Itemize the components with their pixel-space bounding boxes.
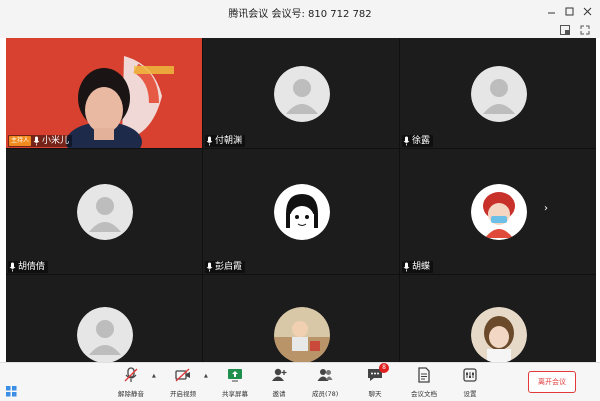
mic-icon <box>9 262 16 272</box>
settings-icon <box>461 366 479 384</box>
participant-tile[interactable]: 徐露 <box>400 38 596 148</box>
settings-label: 设置 <box>463 390 477 398</box>
participant-tile[interactable]: 付朝渊 <box>203 38 399 148</box>
participant-name: 胡蝶 <box>412 262 431 272</box>
invite-label: 邀请 <box>272 390 286 398</box>
participant-tile[interactable]: 胡蝶 <box>400 149 596 274</box>
settings-button[interactable]: 设置 <box>461 366 479 399</box>
participant-name-tag: 彭启霞 <box>205 261 246 273</box>
photo-avatar-icon <box>471 307 527 362</box>
unmute-button[interactable]: 解除静音 <box>118 366 144 399</box>
camera-off-icon <box>174 366 192 384</box>
add-user-icon <box>270 366 288 384</box>
host-name-tag: 主持人 小米儿 <box>8 135 73 147</box>
participant-tile[interactable] <box>6 275 202 362</box>
mic-muted-icon <box>122 366 140 384</box>
participant-tile-host[interactable]: 主持人 小米儿 <box>6 38 202 148</box>
start-video-button[interactable]: 开启视频 <box>170 366 196 399</box>
share-screen-button[interactable]: 共享屏幕 <box>222 366 248 399</box>
participant-name-tag: 胡蝶 <box>402 261 434 273</box>
chat-button[interactable]: 8 聊天 <box>366 363 389 399</box>
share-screen-label: 共享屏幕 <box>222 390 248 398</box>
default-avatar-icon <box>77 184 133 240</box>
doll-avatar-icon <box>471 184 527 240</box>
participant-tile[interactable]: 胡倩倩 <box>6 149 202 274</box>
audio-options-caret-icon[interactable]: ▲ <box>152 373 156 379</box>
participant-tile[interactable] <box>203 275 399 362</box>
members-label: 成员(78) <box>312 390 339 398</box>
unmute-label: 解除静音 <box>118 390 144 398</box>
view-bar <box>0 22 600 38</box>
participant-name-tag: 付朝渊 <box>205 135 246 147</box>
meeting-docs-label: 会议文档 <box>411 390 437 398</box>
chat-label: 聊天 <box>368 390 382 398</box>
default-avatar-icon <box>77 307 133 362</box>
participant-tile[interactable] <box>400 275 596 362</box>
meeting-docs-button[interactable]: 会议文档 <box>411 366 437 399</box>
host-badge: 主持人 <box>9 136 32 146</box>
participant-name: 付朝渊 <box>215 136 243 146</box>
participant-name: 彭启霞 <box>215 262 243 272</box>
participant-name-tag: 胡倩倩 <box>8 261 49 273</box>
members-button[interactable]: 成员(78) <box>312 366 338 399</box>
default-avatar-icon <box>471 66 527 122</box>
mic-icon <box>403 136 410 146</box>
grid-view-icon[interactable] <box>4 384 18 398</box>
photo-avatar-icon <box>274 307 330 362</box>
video-grid: 主持人 小米儿 付朝渊 徐露 胡倩倩 彭启霞 胡蝶 › <box>6 38 596 362</box>
close-icon[interactable] <box>579 3 595 19</box>
mic-icon <box>403 262 410 272</box>
meeting-toolbar: 解除静音 ▲ 开启视频 ▲ 共享屏幕 邀请 成员(78) 8 聊天 会议文档 设… <box>0 362 600 401</box>
leave-meeting-button[interactable]: 离开会议 <box>528 371 576 393</box>
document-icon <box>415 366 433 384</box>
default-avatar-icon <box>274 66 330 122</box>
title-bar: 腾讯会议 会议号: 810 712 782 <box>0 0 600 22</box>
chat-badge: 8 <box>379 363 389 373</box>
participant-name-tag: 徐露 <box>402 135 434 147</box>
host-video-frame <box>6 38 202 148</box>
layout-icon[interactable] <box>558 23 572 37</box>
participant-name: 胡倩倩 <box>18 262 46 272</box>
participant-name: 徐露 <box>412 136 431 146</box>
chevron-right-icon[interactable]: › <box>544 203 548 214</box>
cartoon-avatar-icon <box>274 184 330 240</box>
minimize-icon[interactable] <box>543 3 559 19</box>
share-screen-icon <box>226 366 244 384</box>
members-icon <box>316 366 334 384</box>
participant-name: 小米儿 <box>42 136 70 146</box>
host-video <box>6 38 202 148</box>
invite-button[interactable]: 邀请 <box>270 366 288 399</box>
fullscreen-icon[interactable] <box>578 23 592 37</box>
mic-icon <box>33 136 40 146</box>
mic-icon <box>206 136 213 146</box>
mic-icon <box>206 262 213 272</box>
participant-tile[interactable]: 彭启霞 <box>203 149 399 274</box>
maximize-icon[interactable] <box>561 3 577 19</box>
window-title: 腾讯会议 会议号: 810 712 782 <box>228 9 372 20</box>
start-video-label: 开启视频 <box>170 390 196 398</box>
video-options-caret-icon[interactable]: ▲ <box>204 373 208 379</box>
chat-icon: 8 <box>366 363 389 384</box>
